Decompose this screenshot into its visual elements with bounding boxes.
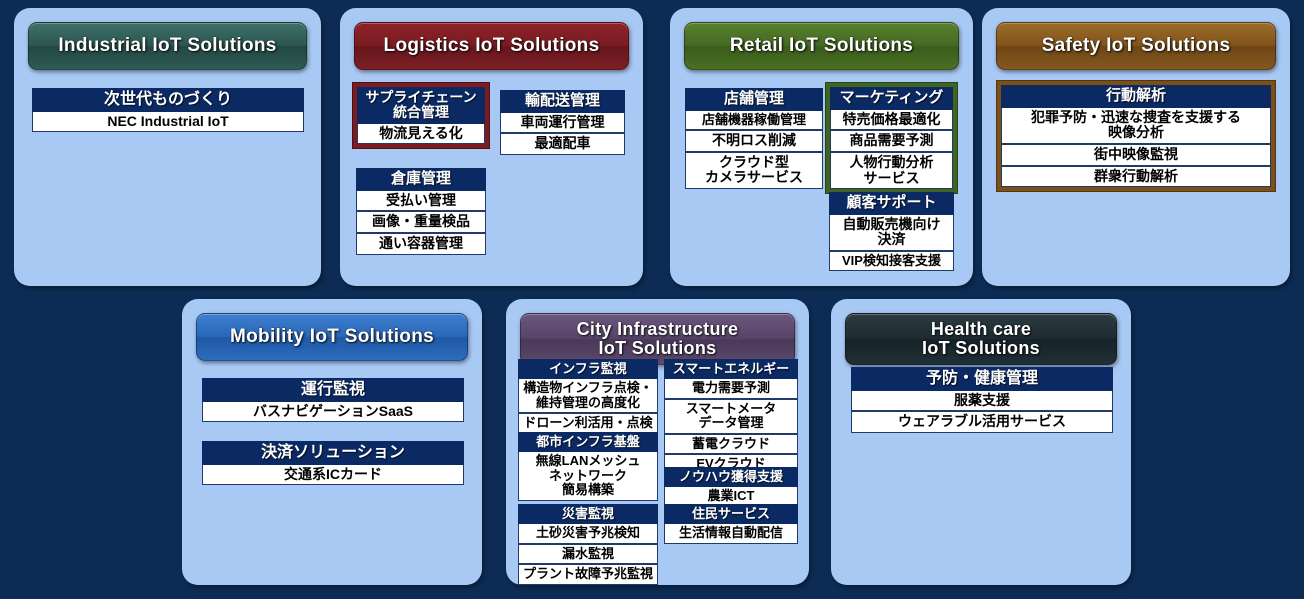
panel-health-care-title: Health care IoT Solutions [845,313,1117,365]
group-header: 行動解析 [1001,85,1271,108]
group-knowledge-acquisition-support[interactable]: ノウハウ獲得支援 農業ICT [664,467,798,507]
group-header: 都市インフラ基盤 [518,432,658,453]
group-item[interactable]: 群衆行動解析 [1001,165,1271,188]
group-infrastructure-monitoring[interactable]: インフラ監視 構造物インフラ点検・ 維持管理の高度化 ドローン利活用・点検 [518,359,658,434]
group-header: 住民サービス [664,504,798,525]
group-item[interactable]: VIP検知接客支援 [829,250,954,272]
panel-title-line2: IoT Solutions [598,338,717,358]
group-customer-support[interactable]: 顧客サポート 自動販売機向け 決済 VIP検知接客支援 [829,192,954,272]
panel-safety[interactable]: Safety IoT Solutions 行動解析 犯罪予防・迅速な捜査を支援す… [982,8,1290,286]
group-header: 運行監視 [202,378,464,402]
panel-mobility[interactable]: Mobility IoT Solutions 運行監視 バスナビゲーションSaa… [182,299,482,585]
group-header: スマートエネルギー [664,359,798,380]
group-item[interactable]: 犯罪予防・迅速な捜査を支援する 映像分析 [1001,107,1271,144]
group-item[interactable]: 画像・重量検品 [356,211,486,233]
panel-title-text: City Infrastructure IoT Solutions [576,318,739,358]
group-item[interactable]: 商品需要予測 [830,130,953,152]
group-item[interactable]: 服薬支援 [851,390,1113,412]
group-marketing[interactable]: マーケティング 特売価格最適化 商品需要予測 人物行動分析 サービス [825,82,958,195]
group-item[interactable]: 蓄電クラウド [664,433,798,455]
panel-city-infrastructure-title: City Infrastructure IoT Solutions [520,313,795,365]
group-urban-infrastructure-platform[interactable]: 都市インフラ基盤 無線LANメッシュ ネットワーク 簡易構築 [518,432,658,501]
group-header-line1: サプライチェーン [365,89,477,105]
group-next-gen-manufacturing[interactable]: 次世代ものづくり NEC Industrial IoT [32,88,304,133]
panel-industrial[interactable]: Industrial IoT Solutions 次世代ものづくり NEC In… [14,8,321,286]
group-item[interactable]: 街中映像監視 [1001,143,1271,166]
group-item[interactable]: 生活情報自動配信 [664,524,798,544]
group-transport-management[interactable]: 輸配送管理 車両運行管理 最適配車 [500,90,625,155]
group-item[interactable]: NEC Industrial IoT [32,111,304,133]
panel-title-text: Health care IoT Solutions [922,318,1040,358]
group-supply-chain-integrated-management[interactable]: サプライチェーン 統合管理 物流見える化 [352,82,490,150]
panel-industrial-title: Industrial IoT Solutions [28,22,307,70]
group-item[interactable]: スマートメータ データ管理 [664,398,798,434]
group-header: サプライチェーン 統合管理 [357,87,485,124]
group-payment-solution[interactable]: 決済ソリューション 交通系ICカード [202,441,464,486]
group-header: 災害監視 [518,504,658,525]
group-item[interactable]: 漏水監視 [518,543,658,565]
group-header: 予防・健康管理 [851,367,1113,391]
group-item[interactable]: ウェアラブル活用サービス [851,411,1113,433]
group-header-line2: 統合管理 [393,104,449,121]
group-item[interactable]: 無線LANメッシュ ネットワーク 簡易構築 [518,452,658,501]
group-header: 輸配送管理 [500,90,625,113]
group-item[interactable]: 受払い管理 [356,190,486,212]
group-resident-services[interactable]: 住民サービス 生活情報自動配信 [664,504,798,544]
panel-mobility-title: Mobility IoT Solutions [196,313,468,361]
group-header: 決済ソリューション [202,441,464,465]
group-item[interactable]: 交通系ICカード [202,464,464,486]
group-item[interactable]: 最適配車 [500,133,625,155]
group-header: マーケティング [830,87,953,110]
panel-retail[interactable]: Retail IoT Solutions 店舗管理 店舗機器稼働管理 不明ロス削… [670,8,973,286]
panel-logistics-title: Logistics IoT Solutions [354,22,629,70]
group-item[interactable]: 不明ロス削減 [685,130,823,152]
group-item[interactable]: 車両運行管理 [500,112,625,134]
group-smart-energy[interactable]: スマートエネルギー 電力需要予測 スマートメータ データ管理 蓄電クラウド EV… [664,359,798,476]
group-item[interactable]: 通い容器管理 [356,232,486,255]
group-header: 倉庫管理 [356,168,486,191]
panel-safety-title: Safety IoT Solutions [996,22,1276,70]
group-item[interactable]: ドローン利活用・点検 [518,413,658,434]
group-operation-monitoring[interactable]: 運行監視 バスナビゲーションSaaS [202,378,464,423]
group-behavior-analysis[interactable]: 行動解析 犯罪予防・迅速な捜査を支援する 映像分析 街中映像監視 群衆行動解析 [996,80,1276,193]
panel-title-line2: IoT Solutions [922,338,1040,358]
group-warehouse-management[interactable]: 倉庫管理 受払い管理 画像・重量検品 通い容器管理 [356,168,486,255]
group-item[interactable]: 土砂災害予兆検知 [518,524,658,544]
panel-title-line1: Health care [930,318,1032,339]
panel-retail-title: Retail IoT Solutions [684,22,959,70]
group-item[interactable]: プラント故障予兆監視 [518,564,658,585]
group-item[interactable]: 店舗機器稼働管理 [685,110,823,131]
group-header: 次世代ものづくり [32,88,304,112]
group-disaster-monitoring[interactable]: 災害監視 土砂災害予兆検知 漏水監視 プラント故障予兆監視 [518,504,658,585]
panel-health-care[interactable]: Health care IoT Solutions 予防・健康管理 服薬支援 ウ… [831,299,1131,585]
group-header: 顧客サポート [829,192,954,215]
group-item[interactable]: 構造物インフラ点検・ 維持管理の高度化 [518,379,658,414]
group-header: 店舗管理 [685,88,823,111]
panel-city-infrastructure[interactable]: City Infrastructure IoT Solutions インフラ監視… [506,299,809,585]
group-item[interactable]: クラウド型 カメラサービス [685,151,823,190]
group-item[interactable]: 電力需要予測 [664,379,798,399]
group-header: インフラ監視 [518,359,658,380]
group-header: ノウハウ獲得支援 [664,467,798,488]
group-item[interactable]: 特売価格最適化 [830,109,953,131]
panel-title-line1: City Infrastructure [576,318,739,339]
group-item[interactable]: 物流見える化 [357,123,485,145]
iot-solutions-board: Industrial IoT Solutions 次世代ものづくり NEC In… [0,0,1304,599]
group-item[interactable]: 人物行動分析 サービス [830,151,953,190]
group-item[interactable]: 自動販売機向け 決済 [829,214,954,251]
group-item[interactable]: バスナビゲーションSaaS [202,401,464,423]
group-store-management[interactable]: 店舗管理 店舗機器稼働管理 不明ロス削減 クラウド型 カメラサービス [685,88,823,190]
panel-logistics[interactable]: Logistics IoT Solutions サプライチェーン 統合管理 物流… [340,8,643,286]
group-prevention-health-management[interactable]: 予防・健康管理 服薬支援 ウェアラブル活用サービス [851,367,1113,433]
